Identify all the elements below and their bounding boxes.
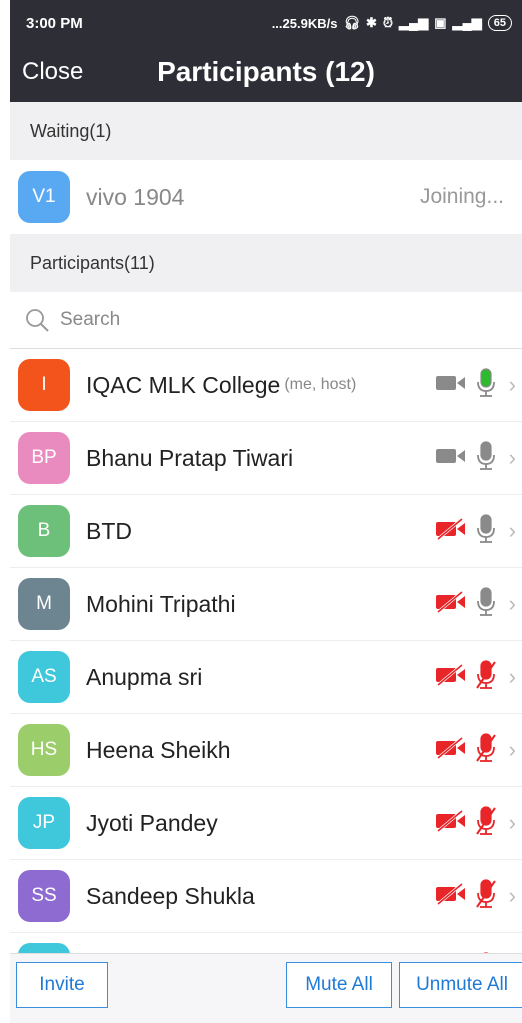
bluetooth-icon: ✱ xyxy=(365,15,377,30)
invite-button[interactable]: Invite xyxy=(16,962,108,1008)
participant-status-icons: › xyxy=(435,805,516,841)
title-bar: Close Participants (12) xyxy=(10,46,522,102)
participants-heading: Participants(11) xyxy=(10,234,522,292)
participant-row[interactable]: B BTD › xyxy=(10,495,522,568)
participant-status-icons: › xyxy=(435,659,516,695)
participant-name: Mohini Tripathi xyxy=(86,590,236,617)
avatar: SS xyxy=(18,870,70,922)
microphone-icon[interactable] xyxy=(475,586,497,622)
participant-row[interactable]: HS Heena Sheikh › xyxy=(10,714,522,787)
status-bar: 3:00 PM ...25.9KB/s 🎧︎ ✱ ⏰︎ ▂▄▆ ▣ ▂▄▆ 65 xyxy=(10,0,522,46)
participant-status-icons: › xyxy=(435,513,516,549)
participant-row[interactable]: I IQAC MLK College (me, host) › xyxy=(10,349,522,422)
avatar: AS xyxy=(18,651,70,703)
signal-icon: ▂▄▆ xyxy=(399,15,429,30)
chevron-right-icon[interactable]: › xyxy=(509,445,516,471)
footer-bar: Invite Mute All Unmute All xyxy=(10,953,522,1023)
participant-status-icons: › xyxy=(435,367,516,403)
participant-row[interactable]: › xyxy=(10,933,522,953)
participant-name: IQAC MLK College xyxy=(86,371,281,398)
participant-name: vivo 1904 xyxy=(86,183,185,210)
participant-name: Anupma sri xyxy=(86,663,203,690)
chevron-right-icon[interactable]: › xyxy=(509,737,516,763)
avatar: BP xyxy=(18,432,70,484)
video-camera-icon[interactable] xyxy=(435,372,467,399)
microphone-icon[interactable] xyxy=(475,440,497,476)
avatar: B xyxy=(18,505,70,557)
microphone-icon[interactable] xyxy=(475,513,497,549)
participant-status-icons: › xyxy=(435,440,516,476)
mute-all-button[interactable]: Mute All xyxy=(286,962,392,1008)
video-off-icon[interactable] xyxy=(435,517,467,545)
avatar: V1 xyxy=(18,171,70,223)
video-off-icon[interactable] xyxy=(435,663,467,691)
mic-muted-icon[interactable] xyxy=(475,659,497,695)
participant-row[interactable]: M Mohini Tripathi › xyxy=(10,568,522,641)
alarm-icon: ⏰︎ xyxy=(382,15,394,30)
participant-name: Bhanu Pratap Tiwari xyxy=(86,444,294,471)
video-off-icon[interactable] xyxy=(435,882,467,910)
status-time: 3:00 PM xyxy=(26,14,83,32)
mic-muted-icon[interactable] xyxy=(475,732,497,768)
video-camera-icon[interactable] xyxy=(435,445,467,472)
participant-role-tag: (me, host) xyxy=(284,376,357,393)
waiting-item[interactable]: V1 vivo 1904 Joining... xyxy=(10,160,522,234)
chevron-right-icon[interactable]: › xyxy=(509,518,516,544)
participant-status-icons: › xyxy=(435,732,516,768)
participant-name: BTD xyxy=(86,517,132,544)
avatar: M xyxy=(18,578,70,630)
chevron-right-icon[interactable]: › xyxy=(509,664,516,690)
chevron-right-icon[interactable]: › xyxy=(509,810,516,836)
microphone-icon[interactable] xyxy=(475,367,497,403)
mic-muted-icon[interactable] xyxy=(475,805,497,841)
signal-4g-icon: ▂▄▆ xyxy=(452,15,482,30)
search-field[interactable]: Search xyxy=(10,292,522,349)
status-icons: ...25.9KB/s 🎧︎ ✱ ⏰︎ ▂▄▆ ▣ ▂▄▆ 65 xyxy=(272,15,512,31)
participant-row[interactable]: AS Anupma sri › xyxy=(10,641,522,714)
avatar: I xyxy=(18,359,70,411)
page-title: Participants (12) xyxy=(157,56,375,87)
participant-status-icons: › xyxy=(435,878,516,914)
participant-row[interactable]: BP Bhanu Pratap Tiwari › xyxy=(10,422,522,495)
avatar xyxy=(18,943,70,953)
headphone-icon: 🎧︎ xyxy=(343,15,360,30)
mic-muted-icon[interactable] xyxy=(475,878,497,914)
waiting-list: V1 vivo 1904 Joining... xyxy=(10,160,522,234)
participant-row[interactable]: SS Sandeep Shukla › xyxy=(10,860,522,933)
unmute-all-button[interactable]: Unmute All xyxy=(399,962,522,1008)
video-off-icon[interactable] xyxy=(435,590,467,618)
participant-name: Sandeep Shukla xyxy=(86,882,255,909)
app-frame: 3:00 PM ...25.9KB/s 🎧︎ ✱ ⏰︎ ▂▄▆ ▣ ▂▄▆ 65… xyxy=(10,0,522,1023)
video-off-icon[interactable] xyxy=(435,736,467,764)
participant-status-icons: › xyxy=(435,586,516,622)
participant-name: Heena Sheikh xyxy=(86,736,231,763)
chevron-right-icon[interactable]: › xyxy=(509,372,516,398)
chevron-right-icon[interactable]: › xyxy=(509,591,516,617)
volte-icon: ▣ xyxy=(434,15,447,30)
video-off-icon[interactable] xyxy=(435,809,467,837)
avatar: HS xyxy=(18,724,70,776)
participant-name: Jyoti Pandey xyxy=(86,809,218,836)
chevron-right-icon[interactable]: › xyxy=(509,883,516,909)
battery-icon: 65 xyxy=(487,15,512,31)
search-icon xyxy=(26,309,49,332)
joining-status: Joining... xyxy=(419,185,504,208)
network-speed: ...25.9KB/s xyxy=(271,15,338,31)
participant-row[interactable]: JP Jyoti Pandey › xyxy=(10,787,522,860)
participant-list[interactable]: I IQAC MLK College (me, host) › BP Bhanu Prat… xyxy=(10,349,522,953)
waiting-heading: Waiting(1) xyxy=(10,102,522,160)
search-placeholder: Search xyxy=(60,309,121,330)
avatar: JP xyxy=(18,797,70,849)
